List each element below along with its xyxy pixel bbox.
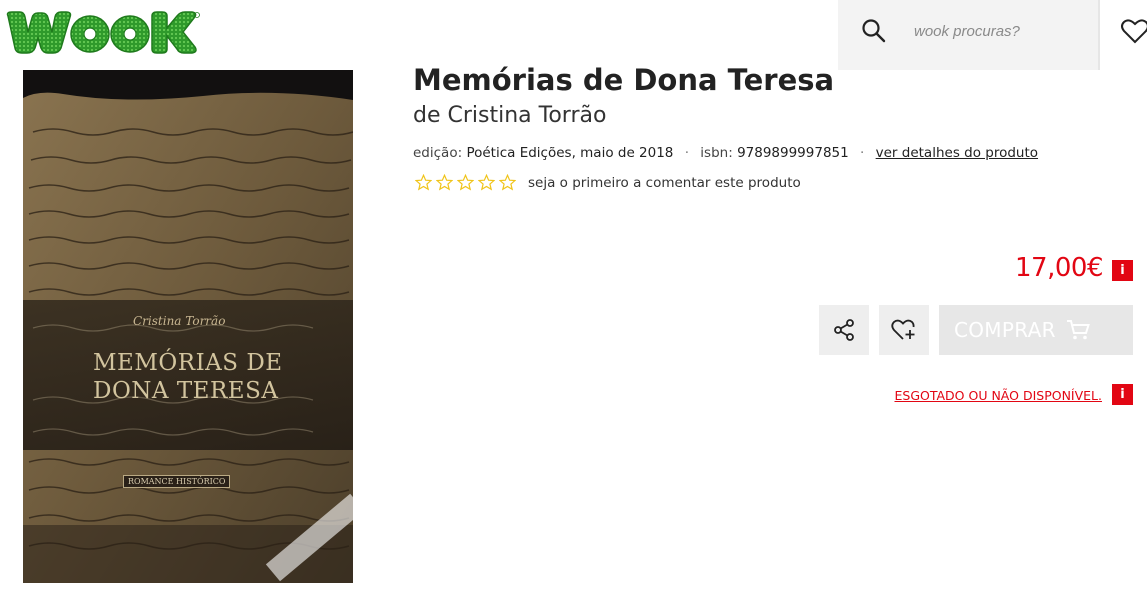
product-author[interactable]: de Cristina Torrão bbox=[413, 103, 606, 128]
rating-row: seja o primeiro a comentar este produto bbox=[415, 174, 801, 191]
isbn-value: 9789899997851 bbox=[737, 145, 849, 161]
search-box bbox=[838, 0, 1098, 70]
cover-author-text: Cristina Torrão bbox=[133, 314, 226, 328]
cover-title-line-1: MEMÓRIAS DE bbox=[93, 350, 283, 376]
add-to-wishlist-button[interactable] bbox=[879, 305, 929, 355]
star-icon[interactable] bbox=[436, 174, 453, 191]
header-divider bbox=[1098, 0, 1100, 70]
cover-title-line-2: DONA TERESA bbox=[93, 378, 279, 404]
buy-button-label: COMPRAR bbox=[954, 318, 1056, 342]
cover-genre-badge: ROMANCE HISTÓRICO bbox=[123, 475, 231, 488]
cart-icon bbox=[1066, 320, 1090, 340]
search-input[interactable] bbox=[914, 20, 1084, 42]
heart-icon[interactable] bbox=[1120, 16, 1147, 46]
product-meta: edição: Poética Edições, maio de 2018 · … bbox=[413, 145, 1038, 161]
star-icon[interactable] bbox=[478, 174, 495, 191]
availability-info-button[interactable]: i bbox=[1112, 384, 1133, 405]
price-info-button[interactable]: i bbox=[1112, 260, 1133, 281]
star-icon[interactable] bbox=[499, 174, 516, 191]
edition-value[interactable]: Poética Edições, maio de 2018 bbox=[466, 145, 673, 161]
rating-stars[interactable] bbox=[415, 174, 516, 191]
heart-plus-icon bbox=[891, 319, 915, 340]
cover-title-text: MEMÓRIAS DE DONA TERESA bbox=[93, 349, 333, 405]
product-title: Memórias de Dona Teresa bbox=[413, 63, 835, 97]
star-icon[interactable] bbox=[457, 174, 474, 191]
product-price: 17,00€ bbox=[1015, 253, 1103, 283]
wook-logo[interactable] bbox=[6, 8, 200, 56]
search-icon[interactable] bbox=[861, 18, 887, 44]
buy-button[interactable]: COMPRAR bbox=[939, 305, 1133, 355]
meta-separator: · bbox=[860, 145, 865, 161]
share-icon bbox=[834, 319, 854, 341]
book-cover-image[interactable]: Cristina Torrão MEMÓRIAS DE DONA TERESA … bbox=[23, 70, 353, 583]
availability-status-link[interactable]: ESGOTADO OU NÃO DISPONÍVEL. bbox=[894, 388, 1102, 403]
isbn-label: isbn: bbox=[700, 145, 733, 161]
edition-label: edição: bbox=[413, 145, 463, 161]
meta-separator: · bbox=[684, 145, 689, 161]
share-button[interactable] bbox=[819, 305, 869, 355]
site-header bbox=[0, 0, 1147, 70]
star-icon[interactable] bbox=[415, 174, 432, 191]
rating-cta-text[interactable]: seja o primeiro a comentar este produto bbox=[528, 175, 801, 191]
product-details-link[interactable]: ver detalhes do produto bbox=[876, 145, 1038, 161]
